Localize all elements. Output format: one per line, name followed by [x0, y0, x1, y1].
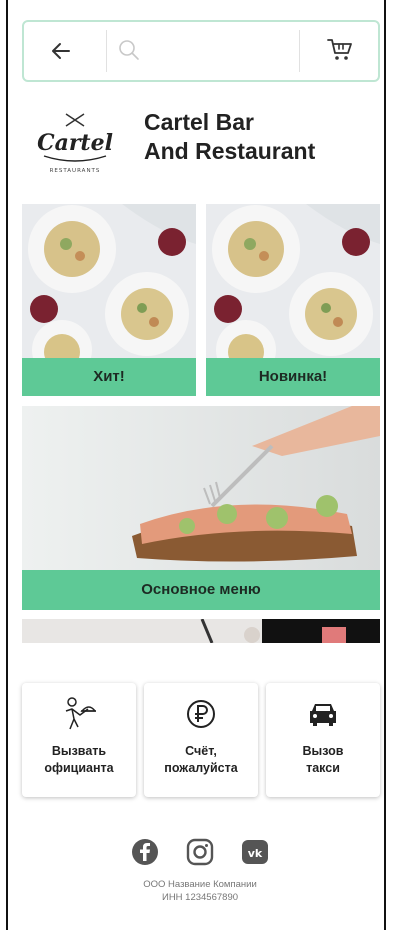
action-label: Вызов: [302, 744, 344, 758]
pasta-photo: [206, 204, 380, 358]
footer: ООО Название Компании ИНН 1234567890: [100, 878, 300, 904]
menu-card-drinks[interactable]: [22, 619, 380, 643]
ruble-icon: [187, 700, 215, 728]
drinks-photo: [22, 619, 380, 643]
menu-card-label: Основное меню: [22, 570, 380, 610]
facebook-icon[interactable]: [130, 837, 160, 867]
action-label: Вызвать: [51, 744, 107, 758]
menu-card-main[interactable]: Основное меню: [22, 406, 380, 610]
waiter-icon: [65, 697, 96, 730]
restaurant-logo: ✕ Cartel RESTAURANTS: [37, 113, 113, 174]
action-label: такси: [306, 761, 340, 775]
call-taxi-button[interactable]: Вызов такси: [266, 683, 380, 797]
top-search-bar: [22, 20, 380, 82]
divider: [299, 30, 300, 72]
action-label: официанта: [44, 761, 114, 775]
social-links: vk: [130, 837, 270, 867]
restaurant-name: Cartel Bar And Restaurant: [144, 108, 364, 166]
instagram-icon[interactable]: [185, 837, 215, 867]
restaurant-name-line2: And Restaurant: [144, 138, 316, 164]
company-name: ООО Название Компании: [143, 879, 257, 890]
svg-text:vk: vk: [248, 847, 263, 860]
company-inn: ИНН 1234567890: [161, 892, 239, 903]
request-bill-button[interactable]: Счёт, пожалуйста: [144, 683, 258, 797]
svg-text:RESTAURANTS: RESTAURANTS: [50, 168, 101, 174]
menu-card-hit[interactable]: Хит!: [22, 204, 196, 396]
arrow-left-icon[interactable]: [48, 38, 74, 64]
call-waiter-button[interactable]: Вызвать официанта: [22, 683, 136, 797]
action-label: пожалуйста: [164, 761, 238, 775]
pasta-photo: [22, 204, 196, 358]
cart-icon[interactable]: [326, 36, 354, 64]
toast-photo: [22, 406, 380, 570]
restaurant-name-line1: Cartel Bar: [144, 109, 254, 135]
menu-card-label: Хит!: [22, 358, 196, 396]
service-actions: Вызвать официанта Счёт, пожалуйста Вызов…: [22, 683, 380, 797]
vk-icon[interactable]: vk: [240, 837, 270, 867]
svg-text:Cartel: Cartel: [37, 130, 113, 156]
action-label: Счёт,: [185, 744, 217, 758]
menu-card-new[interactable]: Новинка!: [206, 204, 380, 396]
menu-card-label: Новинка!: [206, 358, 380, 396]
search-icon[interactable]: [118, 39, 140, 61]
divider: [106, 30, 107, 72]
car-icon: [310, 704, 336, 726]
